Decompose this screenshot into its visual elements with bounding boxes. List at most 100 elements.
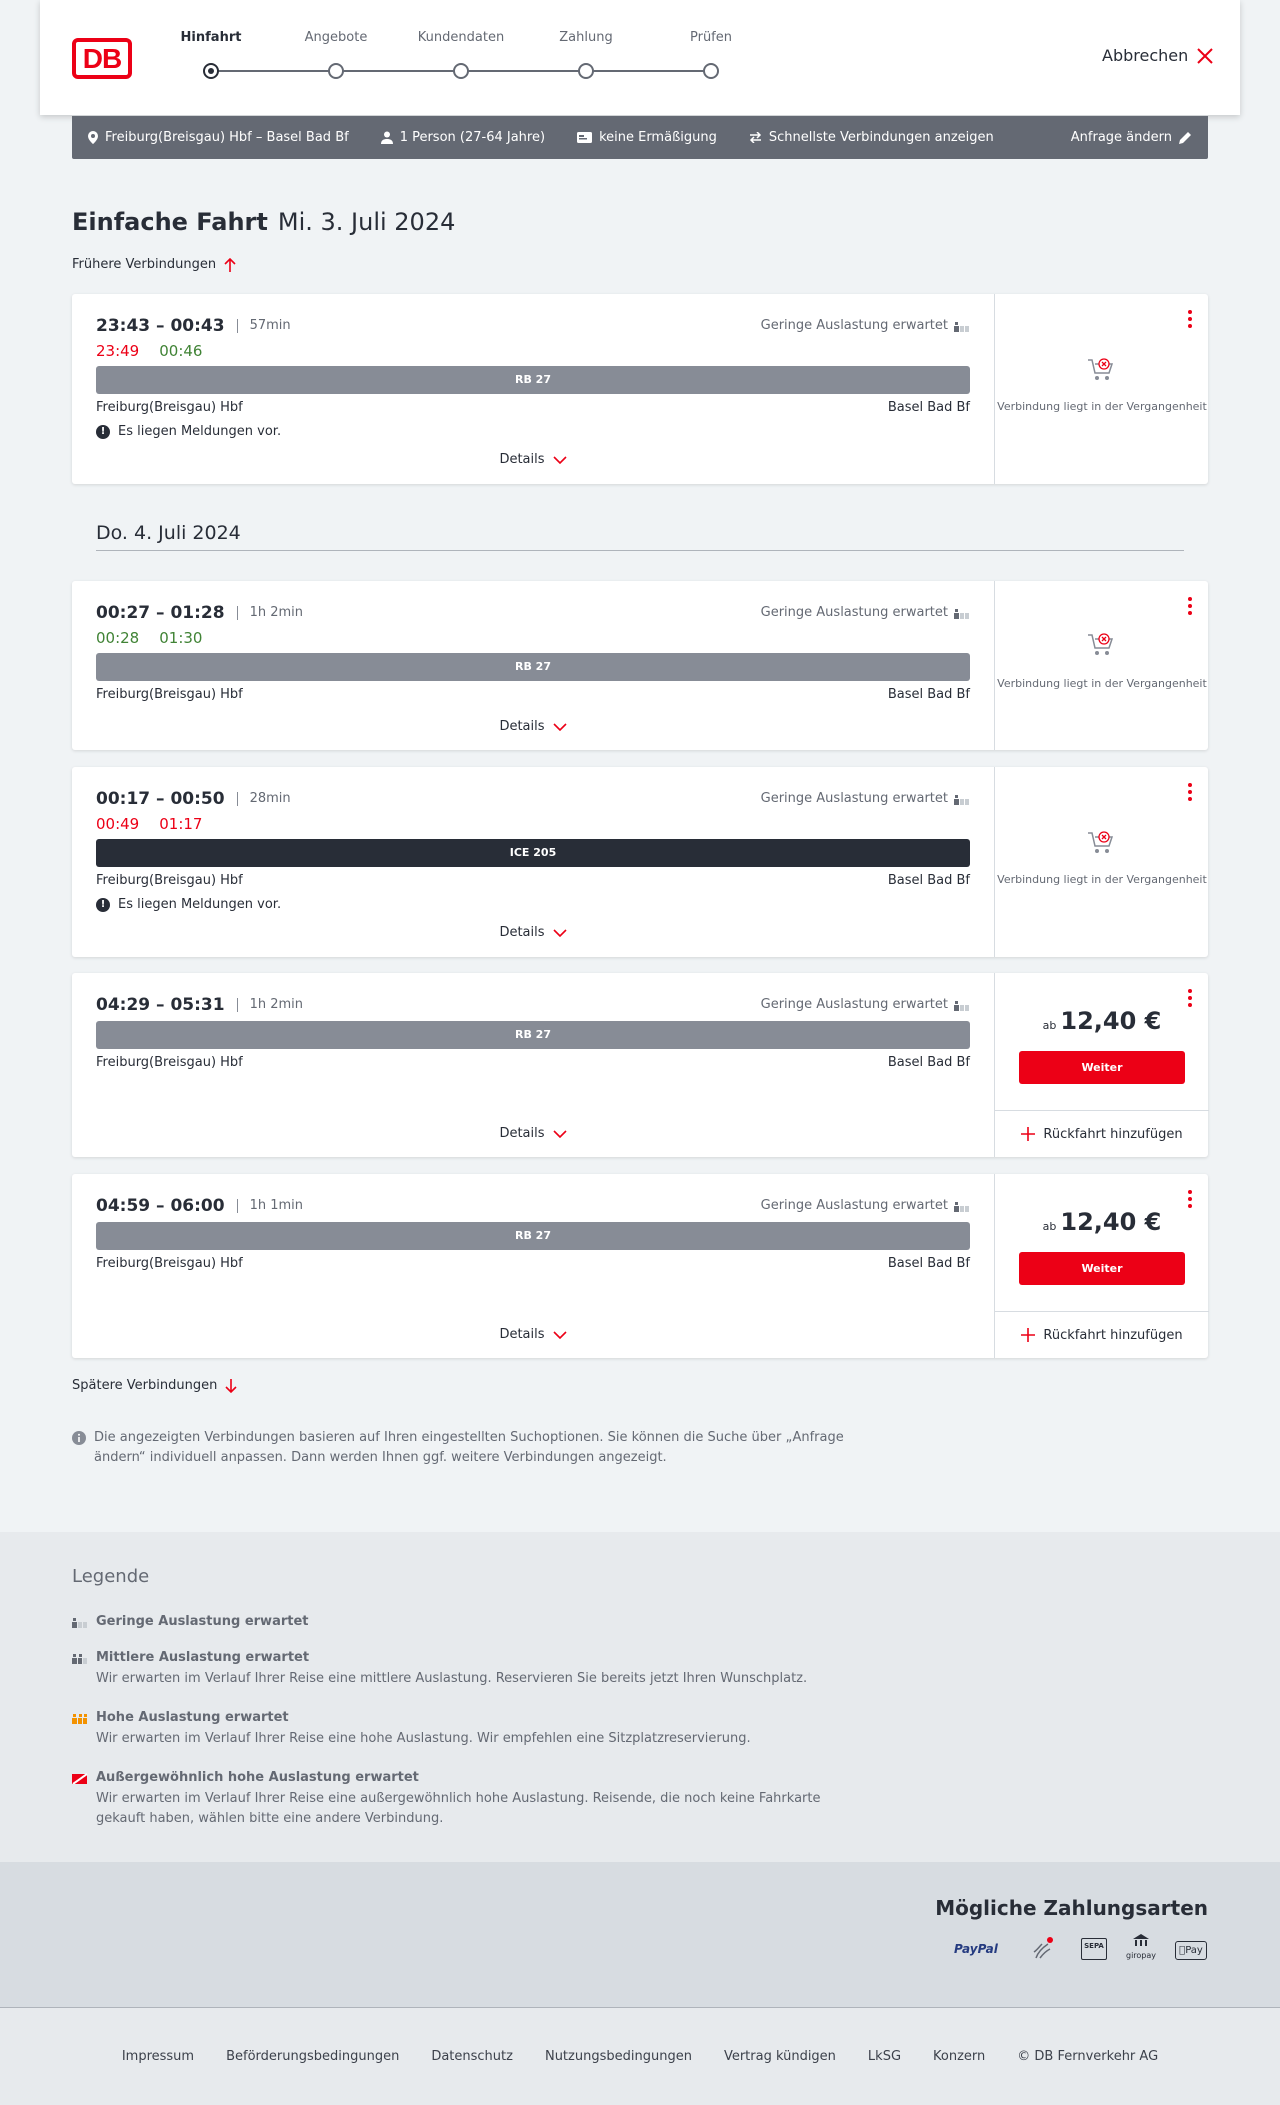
- chevron-down-icon: [552, 1129, 567, 1138]
- legend-item: Mittlere Auslastung erwartet Wir erwarte…: [72, 1650, 807, 1689]
- occupancy-text: Geringe Auslastung erwartet: [760, 1198, 948, 1213]
- details-toggle[interactable]: Details: [72, 1126, 994, 1141]
- apple-pay-icon: Pay: [1175, 1941, 1207, 1960]
- continue-button[interactable]: Weiter: [1019, 1252, 1185, 1285]
- train-segment-bar[interactable]: RB 27: [96, 366, 970, 394]
- train-segment-bar[interactable]: ICE 205: [96, 839, 970, 867]
- search-summary-bar: Freiburg(Breisgau) Hbf – Basel Bad Bf 1 …: [72, 116, 1208, 159]
- more-options-icon[interactable]: [1188, 597, 1194, 615]
- arrival-station: Basel Bad Bf: [887, 1256, 970, 1271]
- pencil-icon: [1179, 132, 1191, 144]
- realtime-departure: 00:28: [96, 629, 140, 647]
- cancel-button[interactable]: Abbrechen: [1102, 46, 1214, 65]
- db-logo[interactable]: DB: [72, 38, 132, 79]
- occupancy-high-icon: [72, 1713, 87, 1724]
- price-value: 12,40 €: [1060, 1208, 1162, 1236]
- more-options-icon[interactable]: [1188, 989, 1194, 1007]
- exclamation-icon: !: [96, 897, 110, 912]
- details-label: Details: [499, 1126, 545, 1141]
- add-return-trip-button[interactable]: Rückfahrt hinzufügen: [995, 1311, 1209, 1358]
- planned-times: 04:59 – 06:00: [96, 1196, 225, 1216]
- earlier-connections-link[interactable]: Frühere Verbindungen: [72, 257, 236, 272]
- step-angebote[interactable]: Angebote: [276, 30, 396, 45]
- train-segment-bar[interactable]: RB 27: [96, 653, 970, 681]
- details-toggle[interactable]: Details: [72, 1327, 994, 1342]
- later-connections-link[interactable]: Spätere Verbindungen: [72, 1378, 237, 1393]
- train-segment-bar[interactable]: RB 27: [96, 1222, 970, 1250]
- apple-pay-label: Pay: [1182, 1945, 1203, 1956]
- connection-card[interactable]: 04:59 – 06:00 1h 1min Geringe Auslastung …: [72, 1174, 1209, 1358]
- offer-panel: ab 12,40 € Weiter Rückfahrt hinzufügen: [994, 1174, 1209, 1358]
- trip-date: Mi. 3. Juli 2024: [277, 208, 456, 236]
- step-dot: [703, 63, 719, 79]
- info-icon: [72, 1431, 86, 1445]
- connection-card[interactable]: 04:29 – 05:31 1h 2min Geringe Auslastung …: [72, 973, 1209, 1157]
- add-return-trip-button[interactable]: Rückfahrt hinzufügen: [995, 1110, 1209, 1157]
- plus-icon: [1021, 1127, 1036, 1141]
- info-note: Die angezeigten Verbindungen basieren au…: [72, 1428, 872, 1468]
- occupancy-indicator: Geringe Auslastung erwartet: [761, 605, 970, 620]
- more-options-icon[interactable]: [1188, 783, 1194, 801]
- step-dot: [453, 63, 469, 79]
- offer-panel: Verbindung liegt in der Vergangenheit: [994, 581, 1208, 750]
- occupancy-low-icon: [72, 1617, 87, 1628]
- legend-item: Außergewöhnlich hohe Auslastung erwartet…: [72, 1770, 852, 1829]
- sepa-label: SEPA: [1084, 1942, 1104, 1950]
- details-toggle[interactable]: Details: [72, 925, 994, 940]
- duration: 1h 1min: [236, 1199, 303, 1213]
- route-text: Freiburg(Breisgau) Hbf – Basel Bad Bf: [105, 130, 349, 145]
- details-toggle[interactable]: Details: [72, 719, 994, 734]
- card-icon: [577, 132, 593, 143]
- earlier-label: Frühere Verbindungen: [72, 257, 217, 272]
- chevron-down-icon: [552, 722, 567, 731]
- arrival-station: Basel Bad Bf: [887, 873, 970, 888]
- continue-button[interactable]: Weiter: [1019, 1051, 1185, 1084]
- footer-link-lksg[interactable]: LkSG: [868, 2049, 901, 2064]
- legend-title: Legende: [72, 1566, 150, 1587]
- arrow-down-icon: [225, 1378, 237, 1393]
- occupancy-very-high-icon: [72, 1772, 88, 1784]
- discount-summary[interactable]: keine Ermäßigung: [577, 130, 717, 145]
- legend-item-text: Wir erwarten im Verlauf Ihrer Reise eine…: [96, 1671, 808, 1686]
- footer-link-datenschutz[interactable]: Datenschutz: [431, 2049, 513, 2064]
- fastest-connections-toggle[interactable]: Schnellste Verbindungen anzeigen: [749, 130, 994, 145]
- train-segment-bar[interactable]: RB 27: [96, 1021, 970, 1049]
- realtime-arrival: 01:30: [159, 629, 203, 647]
- footer-link-vertrag-kuendigen[interactable]: Vertrag kündigen: [724, 2049, 836, 2064]
- price-prefix: ab: [1042, 1220, 1057, 1233]
- legend-item-text: Wir erwarten im Verlauf Ihrer Reise eine…: [96, 1791, 821, 1826]
- person-icon: [380, 131, 393, 144]
- location-pin-icon: [88, 131, 98, 144]
- connection-card[interactable]: 00:27 – 01:28 1h 2min 00:28 01:30 Geringe …: [72, 581, 1208, 750]
- passenger-summary[interactable]: 1 Person (27-64 Jahre): [380, 130, 545, 145]
- price-prefix: ab: [1042, 1019, 1057, 1032]
- footer-link-konzern[interactable]: Konzern: [933, 2049, 985, 2064]
- step-dot-active: [203, 63, 219, 79]
- occupancy-indicator: Geringe Auslastung erwartet: [761, 318, 970, 333]
- more-options-icon[interactable]: [1188, 310, 1194, 328]
- connection-card[interactable]: 23:43 – 00:43 57min 23:49 00:46 Geringe Au…: [72, 294, 1208, 484]
- footer-link-befoerderungsbedingungen[interactable]: Beförderungsbedingungen: [226, 2049, 399, 2064]
- offer-panel: Verbindung liegt in der Vergangenheit: [994, 767, 1208, 957]
- connection-card[interactable]: 00:17 – 00:50 28min 00:49 01:17 Geringe Au…: [72, 767, 1208, 957]
- day-header: Do. 4. Juli 2024: [96, 522, 1184, 551]
- cart-unavailable-icon: [1088, 831, 1114, 853]
- duration: 28min: [236, 792, 291, 806]
- arrival-station: Basel Bad Bf: [887, 687, 970, 702]
- connection-main: 04:59 – 06:00 1h 1min Geringe Auslastung …: [72, 1174, 994, 1358]
- giropay-label: giropay: [1125, 1951, 1157, 1960]
- details-toggle[interactable]: Details: [72, 452, 994, 467]
- edit-search-button[interactable]: Anfrage ändern: [1071, 130, 1192, 145]
- booking-header: DB Hinfahrt Angebote Kundendaten Zahlung…: [40, 0, 1240, 115]
- footer-link-impressum[interactable]: Impressum: [122, 2049, 194, 2064]
- occupancy-low-icon: [954, 608, 969, 619]
- route-summary[interactable]: Freiburg(Breisgau) Hbf – Basel Bad Bf: [88, 130, 349, 145]
- exclamation-icon: !: [96, 424, 110, 439]
- giropay-building-icon: [1133, 1934, 1149, 1946]
- info-text: Die angezeigten Verbindungen basieren au…: [94, 1430, 844, 1465]
- more-options-icon[interactable]: [1188, 1190, 1194, 1208]
- trip-type: Einfache Fahrt: [72, 208, 268, 236]
- footer-link-nutzungsbedingungen[interactable]: Nutzungsbedingungen: [545, 2049, 692, 2064]
- cancel-label: Abbrechen: [1102, 46, 1189, 65]
- fastest-text: Schnellste Verbindungen anzeigen: [768, 130, 994, 145]
